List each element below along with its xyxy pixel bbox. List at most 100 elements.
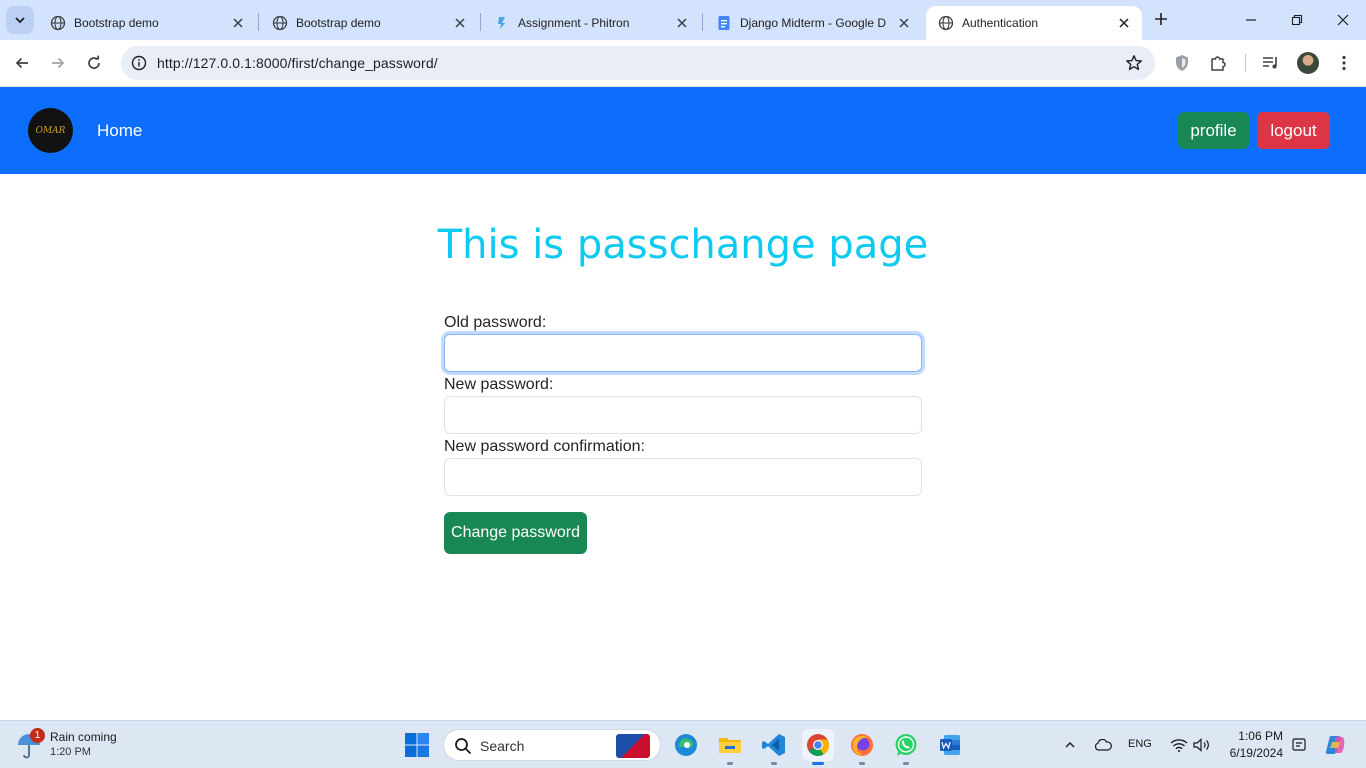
windows-start-icon[interactable] [404, 732, 430, 758]
plus-icon [1155, 13, 1167, 25]
windows-taskbar: 1 Rain coming 1:20 PM Search ENG 1:06 PM… [0, 720, 1366, 768]
chevron-up-icon [1065, 742, 1075, 748]
language-indicator[interactable]: ENG [1128, 738, 1152, 750]
page-title: This is passchange page [437, 222, 929, 268]
weather-time: 1:20 PM [50, 746, 91, 758]
file-explorer-app-button[interactable] [714, 729, 746, 765]
vscode-app-button[interactable] [758, 729, 790, 765]
tab-separator [480, 13, 481, 31]
running-indicator [859, 762, 865, 765]
search-icon [455, 738, 472, 755]
bookmark-star-icon[interactable] [1125, 54, 1143, 72]
browser-tab-active[interactable]: Authentication [926, 6, 1142, 40]
wifi-icon [1170, 739, 1188, 752]
brand-logo[interactable]: OMAR [28, 108, 73, 153]
word-icon [940, 735, 960, 755]
old-password-field[interactable] [444, 334, 922, 372]
tab-title: Authentication [962, 16, 1039, 30]
whatsapp-app-button[interactable] [890, 729, 922, 765]
browser-tab[interactable]: Bootstrap demo [260, 6, 478, 40]
globe-icon [50, 15, 66, 31]
whatsapp-icon [895, 734, 917, 756]
url-text: http://127.0.0.1:8000/first/change_passw… [157, 55, 438, 71]
nav-home-link[interactable]: Home [97, 121, 142, 141]
profile-button[interactable]: profile [1178, 112, 1249, 149]
tab-title: Bootstrap demo [296, 16, 381, 30]
tab-title: Assignment - Phitron [518, 16, 630, 30]
arrow-left-icon [15, 57, 28, 69]
firefox-app-button[interactable] [846, 729, 878, 765]
cloud-icon [1094, 739, 1112, 751]
close-icon[interactable] [1116, 15, 1132, 31]
copilot-button[interactable] [1322, 732, 1348, 758]
brand-logo-text: OMAR [35, 125, 66, 136]
word-app-button[interactable] [934, 729, 966, 761]
more-menu-icon[interactable] [1333, 52, 1355, 74]
google-docs-icon [716, 15, 732, 31]
close-window-button[interactable] [1328, 6, 1358, 34]
notification-badge: 1 [30, 728, 45, 743]
clock-date[interactable]: 6/19/2024 [1220, 746, 1283, 760]
copilot-icon [1325, 736, 1345, 754]
logout-button[interactable]: logout [1257, 112, 1330, 149]
tab-separator [702, 13, 703, 31]
shield-extension-icon[interactable] [1171, 52, 1193, 74]
tab-search-button[interactable] [6, 6, 34, 34]
media-control-icon[interactable] [1260, 52, 1282, 74]
search-label: Search [480, 738, 525, 754]
reload-button[interactable] [80, 49, 108, 77]
tab-separator [258, 13, 259, 31]
search-highlight-flag-icon [616, 734, 650, 758]
chevron-down-icon [15, 17, 25, 24]
globe-icon [938, 15, 954, 31]
address-bar[interactable]: http://127.0.0.1:8000/first/change_passw… [121, 46, 1155, 80]
clock-time[interactable]: 1:06 PM [1225, 729, 1283, 743]
tab-title: Bootstrap demo [74, 16, 159, 30]
close-icon[interactable] [674, 15, 690, 31]
chrome-icon [807, 734, 829, 756]
running-indicator [812, 762, 824, 765]
taskbar-search[interactable]: Search [443, 729, 661, 761]
weather-title: Rain coming [50, 730, 117, 744]
wifi-tray-icon[interactable] [1169, 735, 1189, 755]
extensions-puzzle-icon[interactable] [1207, 52, 1229, 74]
edge-icon [675, 734, 697, 756]
site-info-icon[interactable] [129, 53, 149, 73]
firefox-icon [851, 734, 873, 756]
running-indicator [771, 762, 777, 765]
new-tab-button[interactable] [1150, 8, 1172, 30]
chrome-app-button[interactable] [802, 729, 834, 765]
confirm-password-field[interactable] [444, 458, 922, 496]
profile-avatar[interactable] [1297, 52, 1319, 74]
notification-center-button[interactable] [1289, 735, 1309, 755]
onedrive-tray-icon[interactable] [1093, 735, 1113, 755]
close-icon[interactable] [896, 15, 912, 31]
change-password-button[interactable]: Change password [444, 512, 587, 554]
browser-tab-strip: Bootstrap demo Bootstrap demo Assignment… [0, 0, 1366, 40]
edge-app-button[interactable] [670, 729, 702, 761]
show-hidden-icons-button[interactable] [1060, 735, 1080, 755]
arrow-right-icon [52, 57, 65, 69]
new-password-field[interactable] [444, 396, 922, 434]
new-password-label: New password: [444, 376, 554, 393]
volume-tray-icon[interactable] [1192, 735, 1212, 755]
browser-tab[interactable]: Assignment - Phitron [482, 6, 700, 40]
globe-icon [272, 15, 288, 31]
tab-title: Django Midterm - Google D [740, 16, 887, 30]
vscode-icon [762, 734, 785, 756]
browser-tab[interactable]: Bootstrap demo [38, 6, 256, 40]
confirm-password-label: New password confirmation: [444, 438, 645, 455]
close-icon [1337, 14, 1349, 26]
browser-tab[interactable]: Django Midterm - Google D [704, 6, 922, 40]
restore-icon [1291, 14, 1303, 26]
toolbar-divider [1245, 54, 1246, 72]
old-password-label: Old password: [444, 314, 547, 331]
close-icon[interactable] [230, 15, 246, 31]
minimize-button[interactable] [1236, 6, 1266, 34]
bell-icon [1292, 738, 1306, 751]
browser-toolbar: http://127.0.0.1:8000/first/change_passw… [0, 40, 1366, 87]
forward-button[interactable] [44, 49, 72, 77]
close-icon[interactable] [452, 15, 468, 31]
restore-button[interactable] [1282, 6, 1312, 34]
back-button[interactable] [8, 49, 36, 77]
